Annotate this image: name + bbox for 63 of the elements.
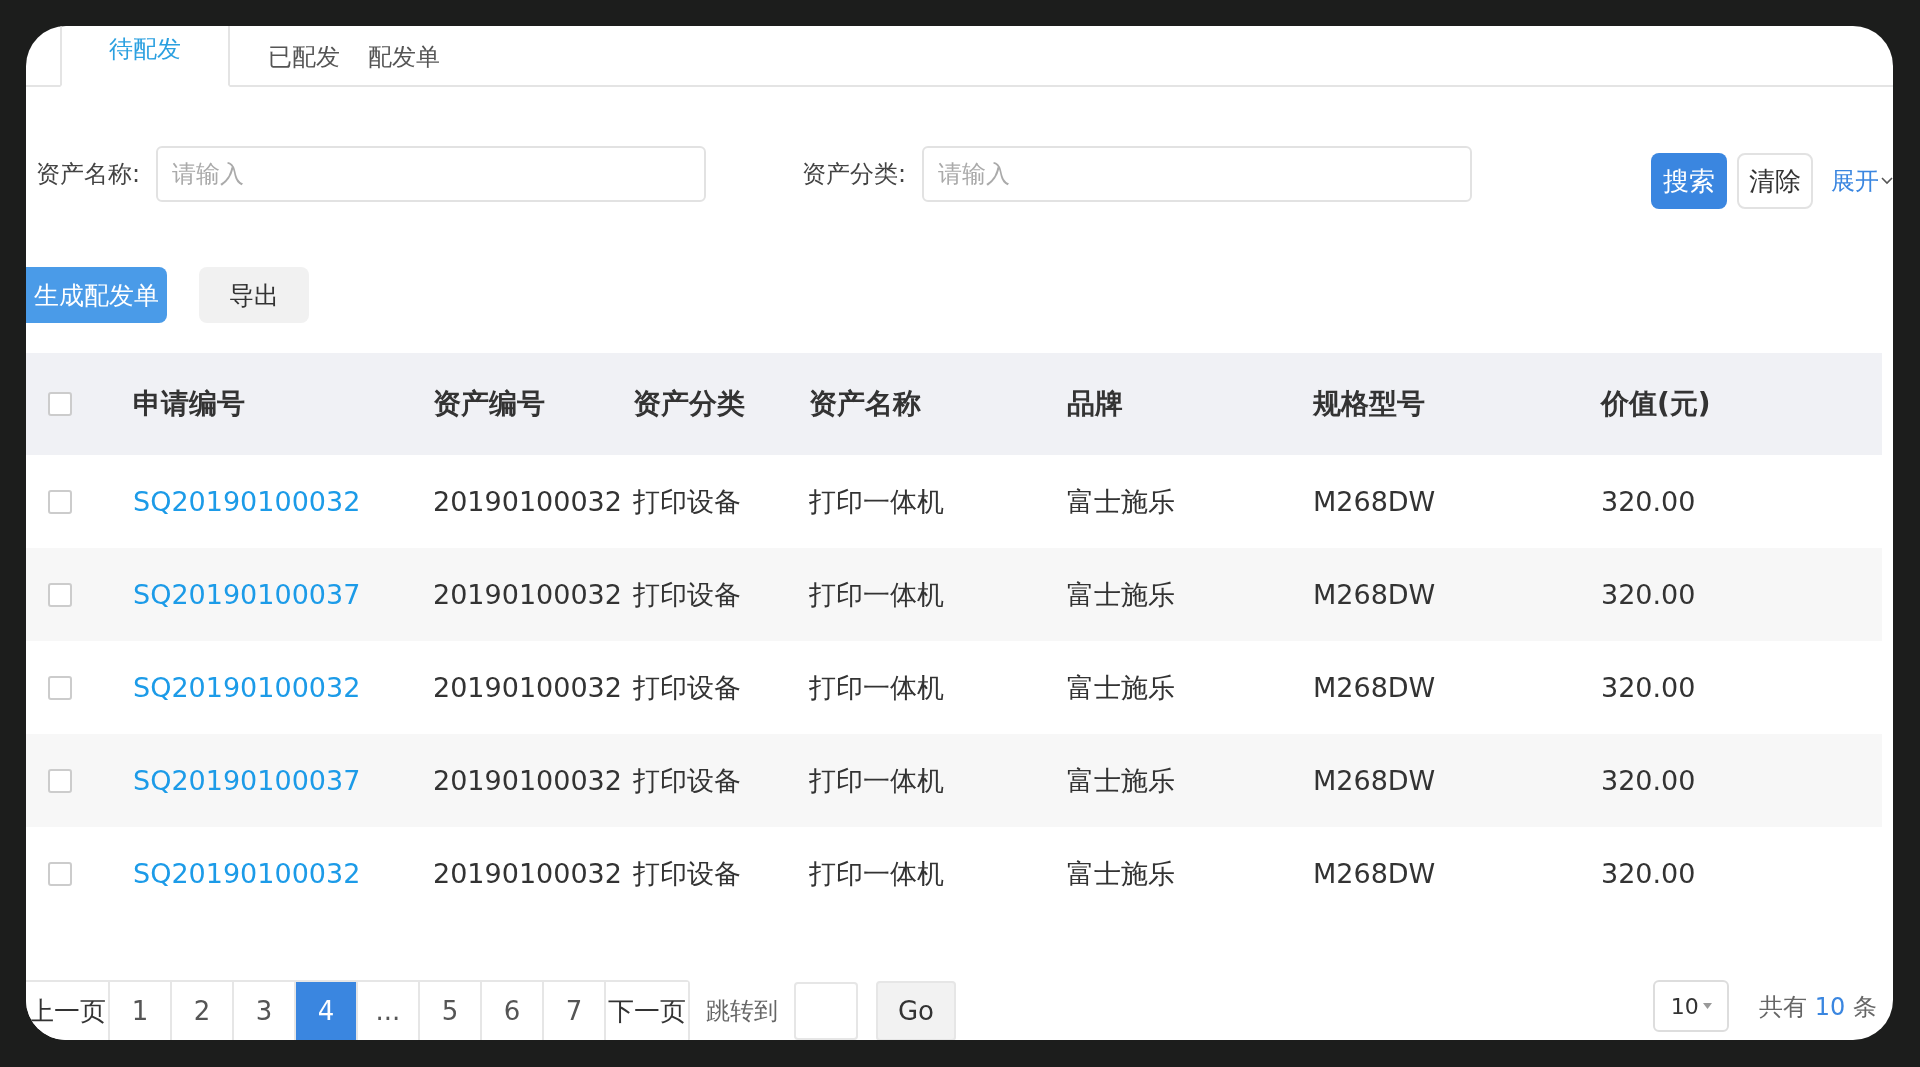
total-count-text: 共有 10 条: [1759, 992, 1877, 1023]
table-cell: 打印一体机: [809, 485, 944, 517]
column-header: 资产名称: [809, 387, 921, 420]
input-field[interactable]: 请输入: [922, 146, 1473, 202]
column-header: 资产分类: [633, 387, 745, 420]
input-field[interactable]: 请输入: [156, 146, 707, 202]
table-cell: 320.00: [1601, 765, 1696, 796]
next-page-button[interactable]: 下一页: [606, 982, 688, 1040]
table-cell: M268DW: [1313, 858, 1436, 889]
table-cell: 打印一体机: [809, 764, 944, 796]
table-cell: 打印一体机: [809, 857, 944, 889]
table-cell: M268DW: [1313, 486, 1436, 517]
page-size-select[interactable]: 10: [1653, 980, 1730, 1032]
table-cell: 打印设备: [633, 764, 741, 796]
table-cell: 打印一体机: [809, 578, 944, 610]
column-header: 价值(元): [1601, 387, 1711, 420]
table-cell: 富士施乐: [1067, 485, 1175, 517]
go-button[interactable]: Go: [876, 981, 956, 1040]
table-cell: M268DW: [1313, 672, 1436, 703]
table-cell: 打印设备: [633, 578, 741, 610]
search-button[interactable]: 搜索: [1651, 153, 1727, 209]
table-cell: 打印设备: [633, 485, 741, 517]
table-cell: 20190100032: [433, 486, 622, 517]
table-cell: 富士施乐: [1067, 857, 1175, 889]
table-cell: M268DW: [1313, 765, 1436, 796]
expand-link[interactable]: 展开: [1831, 165, 1879, 197]
row-checkbox[interactable]: [47, 675, 72, 700]
table-cell: 富士施乐: [1067, 578, 1175, 610]
tab[interactable]: 已配发: [254, 41, 354, 85]
dropdown-icon: [1702, 1003, 1712, 1009]
caret-icon: [1881, 177, 1893, 185]
table-cell: M268DW: [1313, 579, 1436, 610]
row-checkbox[interactable]: [47, 582, 72, 607]
column-header: 规格型号: [1313, 387, 1425, 420]
column-header: 资产编号: [433, 387, 545, 420]
table-cell: 320.00: [1601, 672, 1696, 703]
page-input-field[interactable]: [794, 982, 858, 1040]
table-cell: 富士施乐: [1067, 764, 1175, 796]
page-button[interactable]: 4: [296, 982, 358, 1040]
row-checkbox[interactable]: [47, 861, 72, 886]
clear-button[interactable]: 清除: [1737, 153, 1813, 209]
table-cell: 320.00: [1601, 858, 1696, 889]
table-cell: 20190100032: [433, 858, 622, 889]
table-cell: 320.00: [1601, 579, 1696, 610]
table-cell: 320.00: [1601, 486, 1696, 517]
select-all-checkbox[interactable]: [47, 392, 72, 416]
prev-page-button[interactable]: 上一页: [26, 982, 110, 1040]
filter-label: 资产名称:: [36, 159, 141, 190]
table-cell: 打印一体机: [809, 671, 944, 703]
action-button[interactable]: 导出: [199, 267, 309, 323]
row-checkbox[interactable]: [47, 768, 72, 793]
table-cell: 打印设备: [633, 857, 741, 889]
table-cell: 富士施乐: [1067, 671, 1175, 703]
jump-label: 跳转到: [706, 996, 778, 1027]
table-cell: 20190100032: [433, 672, 622, 703]
row-checkbox[interactable]: [47, 489, 72, 514]
tab[interactable]: 配发单: [354, 41, 454, 85]
table-cell: 打印设备: [633, 671, 741, 703]
table-cell: 20190100032: [433, 579, 622, 610]
column-header: 申请编号: [133, 387, 245, 420]
table-cell: 20190100032: [433, 765, 622, 796]
filter-label: 资产分类:: [802, 159, 907, 190]
column-header: 品牌: [1067, 387, 1123, 420]
